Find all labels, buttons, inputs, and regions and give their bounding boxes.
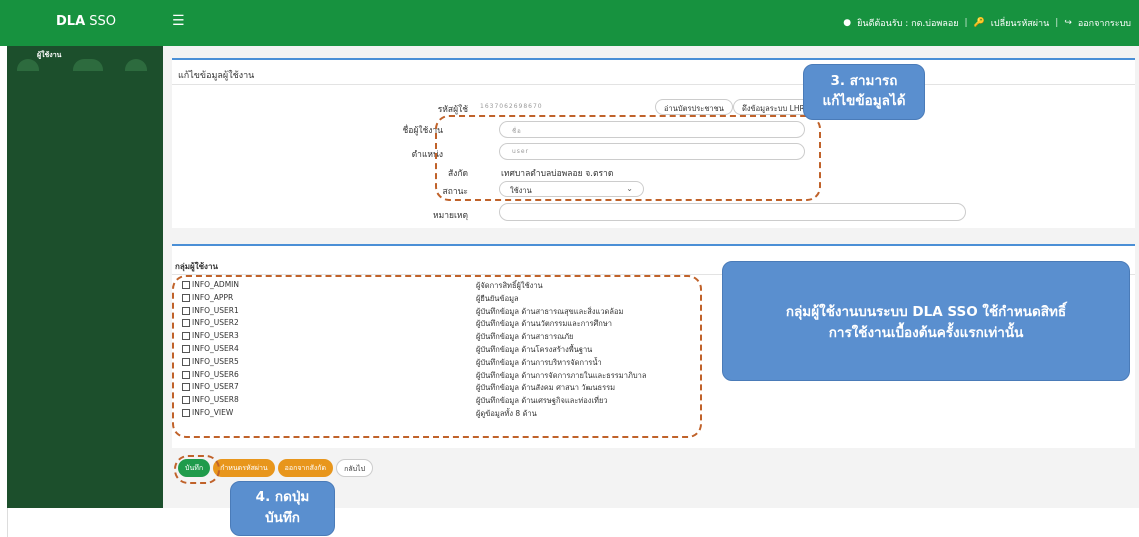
user-id-value: 1637062698670 — [480, 103, 543, 110]
footer — [7, 508, 1139, 537]
user-id-label: รหัสผู้ใช้ — [437, 105, 468, 115]
top-navbar: DLA SSO ☰ ● ยินดีต้อนรับ : กด.บ่อพลอย | … — [0, 0, 1139, 46]
fetch-lhr-button[interactable]: ดึงข้อมูลระบบ LHR — [733, 99, 814, 115]
sidebar-decoration — [125, 59, 147, 71]
divider — [172, 84, 1135, 85]
callout-groups-note: กลุ่มผู้ใช้งานบนระบบ DLA SSO ใช้กำหนดสิท… — [722, 261, 1130, 381]
position-label: ตำแหน่ง — [411, 150, 443, 160]
callout-step-4: 4. กดปุ่ม บันทึก — [230, 481, 335, 536]
logout-link[interactable]: ออกจากระบบ — [1078, 16, 1131, 30]
edit-fields-highlight — [435, 115, 821, 201]
sidebar-header: ผู้ใช้งาน — [7, 46, 163, 72]
logout-icon: ↪ — [1064, 18, 1072, 28]
callout-step-3: 3. สามารถ แก้ไขข้อมูลได้ — [803, 64, 925, 120]
user-menu: ● ยินดีต้อนรับ : กด.บ่อพลอย | 🔑 เปลี่ยนร… — [843, 16, 1131, 30]
separator: | — [1055, 18, 1059, 28]
note-field[interactable] — [499, 203, 966, 221]
brand-logo[interactable]: DLA SSO — [56, 14, 116, 29]
set-password-button[interactable]: กำหนดรหัสผ่าน — [213, 459, 275, 477]
card-title: แก้ไขข้อมูลผู้ใช้งาน — [178, 71, 255, 81]
remove-affiliation-button[interactable]: ออกจากสังกัด — [277, 459, 334, 477]
note-label: หมายเหตุ — [433, 211, 468, 221]
groups-highlight — [172, 275, 702, 438]
sidebar: ผู้ใช้งาน — [7, 46, 163, 508]
change-password-link[interactable]: เปลี่ยนรหัสผ่าน — [991, 16, 1049, 30]
hamburger-menu-icon[interactable]: ☰ — [172, 13, 185, 29]
read-id-card-button[interactable]: อ่านบัตรประชาชน — [655, 99, 733, 115]
sidebar-decoration — [73, 59, 103, 71]
key-icon: 🔑 — [973, 18, 985, 28]
separator: | — [964, 18, 968, 28]
welcome-text: ยินดีต้อนรับ : กด.บ่อพลอย — [857, 19, 959, 29]
sidebar-decoration — [17, 59, 39, 71]
back-button[interactable]: กลับไป — [336, 459, 374, 477]
save-button-highlight — [174, 455, 220, 484]
sidebar-item-users[interactable]: ผู้ใช้งาน — [37, 50, 61, 61]
card-title: กลุ่มผู้ใช้งาน — [175, 262, 218, 271]
user-icon: ● — [843, 18, 852, 28]
name-label: ชื่อผู้ใช้งาน — [402, 126, 443, 136]
